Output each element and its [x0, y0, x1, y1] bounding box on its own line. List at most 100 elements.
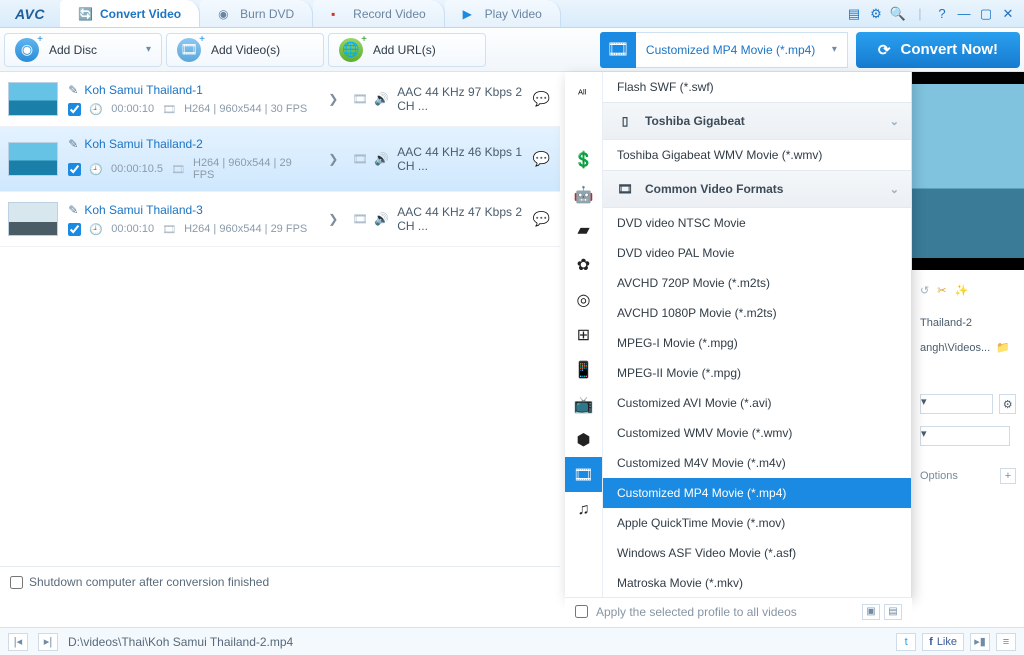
gear-icon[interactable]: ⚙	[868, 6, 884, 22]
shutdown-checkbox-row[interactable]: Shutdown computer after conversion finis…	[0, 566, 560, 597]
comment-icon[interactable]: 💬	[533, 151, 550, 168]
shutdown-label: Shutdown computer after conversion finis…	[29, 575, 269, 589]
profile-item[interactable]: Apple QuickTime Movie (*.mov)	[603, 508, 911, 538]
profile-item[interactable]: AVCHD 720P Movie (*.m2ts)	[603, 268, 911, 298]
rail-all-icon[interactable]: All	[565, 72, 602, 107]
file-row[interactable]: ✎Koh Samui Thailand-1 🕘00:00:10 🎞H264 | …	[0, 72, 560, 127]
file-checkbox[interactable]	[68, 223, 81, 236]
rail-huawei-icon[interactable]: ✿	[565, 247, 602, 282]
profile-item[interactable]: AVCHD 1080P Movie (*.m2ts)	[603, 298, 911, 328]
file-checkbox[interactable]	[68, 103, 81, 116]
profile-item[interactable]: MPEG-I Movie (*.mpg)	[603, 328, 911, 358]
profile-item[interactable]: MPEG-II Movie (*.mpg)	[603, 358, 911, 388]
video-preview[interactable]	[912, 72, 1024, 270]
tab-play-video[interactable]: ▶ Play Video	[445, 0, 561, 27]
expand-icon[interactable]: ❯	[324, 152, 342, 166]
film-icon: 🎞	[352, 152, 366, 166]
profile-item[interactable]: Flash SWF (*.swf)	[603, 72, 911, 102]
video-thumbnail[interactable]	[8, 202, 58, 236]
profile-item[interactable]: DVD video NTSC Movie	[603, 208, 911, 238]
profile-dropdown-list[interactable]: Flash SWF (*.swf) ▯ Toshiba Gigabeat ⌄ T…	[603, 72, 911, 597]
file-title: Koh Samui Thailand-3	[84, 203, 203, 217]
minimize-icon[interactable]: —	[956, 6, 972, 22]
apply-all-checkbox[interactable]	[575, 605, 588, 618]
profile-item[interactable]: Customized M4V Movie (*.m4v)	[603, 448, 911, 478]
audio-options-label: Options	[920, 470, 958, 482]
file-row[interactable]: ✎Koh Samui Thailand-2 🕘00:00:10.5 🎞H264 …	[0, 127, 560, 192]
rail-apple-icon[interactable]	[565, 107, 602, 142]
rail-video-icon[interactable]: 🎞	[565, 457, 602, 492]
file-duration: 00:00:10	[111, 103, 154, 115]
file-audio: AAC 44 KHz 97 Kbps 2 CH ...	[397, 85, 533, 113]
manage-profile-icon[interactable]: ▤	[884, 604, 902, 620]
rail-lg-icon[interactable]: ◎	[565, 282, 602, 317]
profile-item[interactable]: Toshiba Gigabeat WMV Movie (*.wmv)	[603, 140, 911, 170]
pencil-icon[interactable]: ✎	[68, 83, 78, 97]
clock-icon: 🕘	[89, 163, 103, 176]
gear-icon[interactable]: ⚙	[999, 394, 1016, 414]
file-row[interactable]: ✎Koh Samui Thailand-3 🕘00:00:10 🎞H264 | …	[0, 192, 560, 247]
film-icon: 🎞	[162, 223, 176, 236]
panel-toggle-icon[interactable]: ▸▮	[970, 633, 990, 651]
prev-file-icon[interactable]: |◂	[8, 633, 28, 651]
add-videos-button[interactable]: 🎞+ Add Video(s)	[166, 33, 324, 67]
dropdown[interactable]: ▾	[920, 394, 993, 414]
file-title: Koh Samui Thailand-1	[84, 83, 203, 97]
folder-icon[interactable]: 📁	[996, 341, 1010, 354]
apply-all-label: Apply the selected profile to all videos	[596, 605, 797, 619]
dropdown[interactable]: ▾	[920, 426, 1010, 446]
rail-android-icon[interactable]: 🤖	[565, 177, 602, 212]
convert-now-button[interactable]: ⟳ Convert Now!	[856, 32, 1020, 68]
profile-item[interactable]: Matroska Movie (*.mkv)	[603, 568, 911, 597]
file-audio: AAC 44 KHz 47 Kbps 2 CH ...	[397, 205, 533, 233]
rotate-icon[interactable]: ↺	[920, 284, 929, 297]
audio-info[interactable]: 🎞 🔊 AAC 44 KHz 47 Kbps 2 CH ... ▾	[352, 205, 546, 233]
next-file-icon[interactable]: ▸|	[38, 633, 58, 651]
comment-icon[interactable]: 💬	[533, 211, 550, 228]
rail-playstation-icon[interactable]: ▰	[565, 212, 602, 247]
profile-group-header[interactable]: 🎞 Common Video Formats ⌄	[603, 170, 911, 208]
comment-icon[interactable]: 💬	[533, 91, 550, 108]
profile-item[interactable]: Windows ASF Video Movie (*.asf)	[603, 538, 911, 568]
cut-icon[interactable]: ✂	[937, 284, 946, 297]
file-checkbox[interactable]	[68, 163, 81, 176]
pencil-icon[interactable]: ✎	[68, 203, 78, 217]
save-profile-icon[interactable]: ▣	[862, 604, 880, 620]
search-icon[interactable]: 🔍	[890, 6, 906, 22]
rail-html5-icon[interactable]: ⬢	[565, 422, 602, 457]
output-profile-dropdown[interactable]: 🎞 Customized MP4 Movie (*.mp4) ▾	[600, 32, 848, 68]
rail-tv-icon[interactable]: 📺	[565, 387, 602, 422]
expand-icon[interactable]: ❯	[324, 212, 342, 226]
add-disc-button[interactable]: ◉+ Add Disc ▾	[4, 33, 162, 67]
shutdown-checkbox[interactable]	[10, 576, 23, 589]
profile-item[interactable]: DVD video PAL Movie	[603, 238, 911, 268]
add-urls-button[interactable]: 🌐+ Add URL(s)	[328, 33, 486, 67]
expand-icon[interactable]: ❯	[324, 92, 342, 106]
facebook-like-button[interactable]: f Like	[922, 633, 964, 651]
pencil-icon[interactable]: ✎	[68, 137, 78, 151]
video-thumbnail[interactable]	[8, 82, 58, 116]
profile-group-header[interactable]: ▯ Toshiba Gigabeat ⌄	[603, 102, 911, 140]
statusbar: |◂ ▸| D:\videos\Thai\Koh Samui Thailand-…	[0, 627, 1024, 655]
maximize-icon[interactable]: ▢	[978, 6, 994, 22]
list-icon[interactable]: ▤	[846, 6, 862, 22]
list-toggle-icon[interactable]: ≡	[996, 633, 1016, 651]
twitter-icon[interactable]: t	[896, 633, 916, 651]
tab-convert-video[interactable]: 🔄 Convert Video	[60, 0, 200, 27]
help-icon[interactable]: ?	[934, 6, 950, 22]
rail-money-icon[interactable]: 💲	[565, 142, 602, 177]
rail-audio-icon[interactable]: ♫	[565, 492, 602, 527]
video-thumbnail[interactable]	[8, 142, 58, 176]
rail-mobile-icon[interactable]: 📱	[565, 352, 602, 387]
wand-icon[interactable]: ✨	[954, 284, 968, 297]
audio-info[interactable]: 🎞 🔊 AAC 44 KHz 97 Kbps 2 CH ... ▾	[352, 85, 546, 113]
tab-burn-dvd[interactable]: ◉ Burn DVD	[200, 0, 313, 27]
profile-item[interactable]: Customized MP4 Movie (*.mp4)	[603, 478, 911, 508]
profile-item[interactable]: Customized AVI Movie (*.avi)	[603, 388, 911, 418]
tab-record-video[interactable]: ▪ Record Video	[313, 0, 445, 27]
profile-item[interactable]: Customized WMV Movie (*.wmv)	[603, 418, 911, 448]
audio-info[interactable]: 🎞 🔊 AAC 44 KHz 46 Kbps 1 CH ... ▾	[352, 145, 546, 173]
plus-icon[interactable]: +	[1000, 468, 1016, 484]
rail-windows-icon[interactable]: ⊞	[565, 317, 602, 352]
close-icon[interactable]: ✕	[1000, 6, 1016, 22]
